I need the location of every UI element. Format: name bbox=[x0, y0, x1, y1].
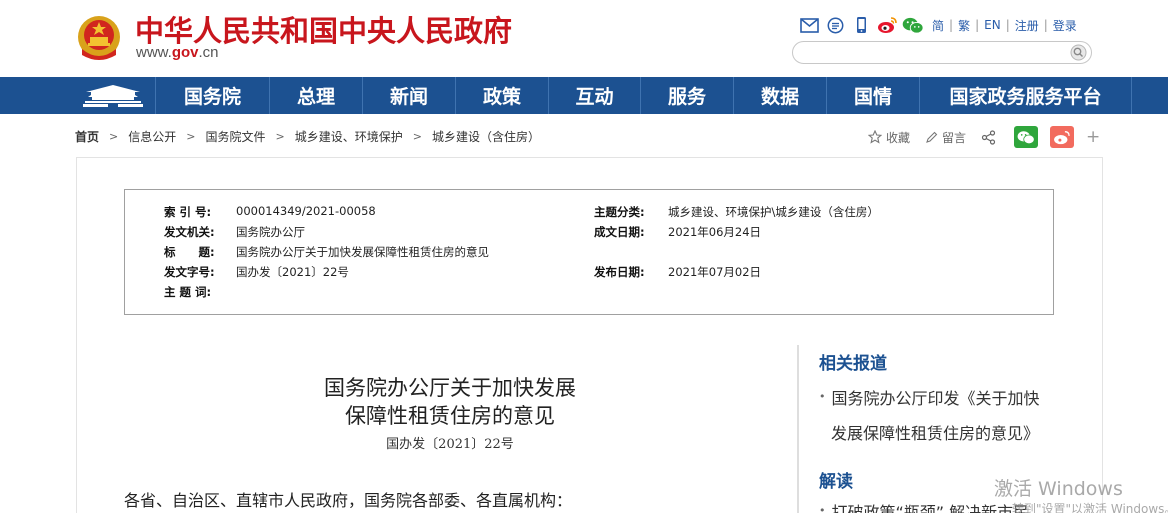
article-salutation: 各省、自治区、直辖市人民政府，国务院各部委、各直属机构： bbox=[124, 491, 573, 510]
related-reports-heading: 相关报道 bbox=[819, 354, 887, 374]
windows-activation-watermark: 激活 Windows bbox=[994, 478, 1123, 500]
nav-item-interaction[interactable]: 互动 bbox=[548, 77, 640, 114]
nav-item-services[interactable]: 服务 bbox=[640, 77, 733, 114]
comment-button[interactable]: 留言 bbox=[925, 129, 966, 146]
info-document-number: 发文字号: 国办发〔2021〕22号 bbox=[164, 265, 349, 279]
interpretation-heading: 解读 bbox=[819, 472, 853, 492]
nav-home[interactable] bbox=[71, 77, 155, 114]
breadcrumb-state-council-docs[interactable]: 国务院文件 bbox=[205, 128, 265, 145]
related-report-link[interactable]: • 国务院办公厅印发《关于加快 bbox=[819, 385, 1040, 409]
wechat-icon bbox=[1017, 130, 1035, 144]
register-link[interactable]: 注册 bbox=[1015, 17, 1039, 34]
simplified-chinese-link[interactable]: 简 bbox=[932, 17, 944, 34]
info-keywords: 主 题 词: bbox=[164, 285, 212, 299]
interpretation-link[interactable]: • 打破政策“瓶颈” 解决新市民 bbox=[819, 499, 1029, 513]
article-title-line-2: 保障性租赁住房的意见 bbox=[345, 404, 555, 428]
share-weibo-button[interactable] bbox=[1050, 126, 1075, 148]
mail-icon[interactable] bbox=[798, 15, 820, 35]
favorite-button[interactable]: 收藏 bbox=[868, 129, 910, 146]
national-emblem-logo[interactable] bbox=[76, 13, 122, 63]
sidebar-divider bbox=[797, 345, 799, 513]
more-share-icon[interactable]: + bbox=[1086, 127, 1100, 147]
star-icon bbox=[868, 130, 882, 144]
page-tools: 收藏 留言 + bbox=[868, 125, 1100, 149]
tiananmen-icon bbox=[83, 84, 143, 107]
site-header: 中华人民共和国中央人民政府 www.gov.cn 简 | 繁 | EN | 注册… bbox=[0, 0, 1168, 77]
share-icon bbox=[981, 129, 996, 145]
nav-item-data[interactable]: 数据 bbox=[733, 77, 826, 114]
info-publish-date: 发布日期: 2021年07月02日 bbox=[594, 265, 762, 279]
breadcrumb-separator: > bbox=[186, 129, 196, 143]
breadcrumb-separator: > bbox=[412, 129, 422, 143]
message-icon[interactable] bbox=[824, 15, 846, 35]
weibo-icon[interactable] bbox=[876, 15, 898, 35]
divider: | bbox=[975, 18, 980, 32]
search-input[interactable] bbox=[803, 45, 1058, 60]
weibo-icon bbox=[1054, 130, 1070, 144]
breadcrumb-info-disclosure[interactable]: 信息公开 bbox=[128, 128, 176, 145]
english-link[interactable]: EN bbox=[984, 18, 1001, 32]
nav-item-state-council[interactable]: 国务院 bbox=[155, 77, 269, 114]
pencil-icon bbox=[926, 131, 938, 143]
info-title: 标 题: 国务院办公厅关于加快发展保障性租赁住房的意见 bbox=[164, 245, 489, 259]
favorite-label: 收藏 bbox=[886, 130, 911, 145]
nav-item-national-conditions[interactable]: 国情 bbox=[826, 77, 919, 114]
info-index-number: 索 引 号: 000014349/2021-00058 bbox=[164, 204, 376, 219]
site-domain: www.gov.cn bbox=[136, 44, 219, 61]
main-nav: 国务院 总理 新闻 政策 互动 服务 数据 国情 国家政务服务平台 bbox=[0, 77, 1168, 114]
bullet-icon: • bbox=[819, 504, 826, 513]
share-button[interactable] bbox=[981, 129, 1000, 145]
search-icon[interactable] bbox=[1070, 44, 1087, 61]
share-wechat-button[interactable] bbox=[1014, 126, 1039, 148]
info-topic-category: 主题分类: 城乡建设、环境保护\城乡建设（含住房） bbox=[594, 205, 879, 219]
divider: | bbox=[1043, 18, 1048, 32]
windows-activation-hint: 转到"设置"以激活 Windows。 bbox=[1012, 502, 1168, 513]
divider: | bbox=[949, 18, 954, 32]
article-title-line-1: 国务院办公厅关于加快发展 bbox=[324, 376, 576, 400]
breadcrumb: 首页 > 信息公开 > 国务院文件 > 城乡建设、环境保护 > 城乡建设（含住房… bbox=[75, 126, 540, 146]
nav-item-premier[interactable]: 总理 bbox=[269, 77, 362, 114]
related-report-link-continued[interactable]: 发展保障性租赁住房的意见》 bbox=[831, 420, 1039, 444]
breadcrumb-separator: > bbox=[109, 129, 119, 143]
breadcrumb-home[interactable]: 首页 bbox=[75, 128, 99, 145]
traditional-chinese-link[interactable]: 繁 bbox=[958, 17, 970, 34]
nav-item-gov-service-platform[interactable]: 国家政务服务平台 bbox=[919, 77, 1132, 114]
nav-item-policy[interactable]: 政策 bbox=[455, 77, 548, 114]
divider: | bbox=[1005, 18, 1010, 32]
bullet-icon: • bbox=[819, 390, 826, 403]
article-doc-number: 国办发〔2021〕22号 bbox=[386, 437, 514, 452]
breadcrumb-urban-rural-environment[interactable]: 城乡建设、环境保护 bbox=[295, 128, 403, 145]
wechat-icon[interactable] bbox=[902, 15, 924, 35]
top-links: 简 | 繁 | EN | 注册 | 登录 bbox=[798, 13, 1077, 37]
search-box bbox=[792, 41, 1092, 64]
info-issuing-authority: 发文机关: 国务院办公厅 bbox=[164, 225, 305, 239]
comment-label: 留言 bbox=[942, 130, 967, 145]
breadcrumb-separator: > bbox=[275, 129, 285, 143]
mobile-icon[interactable] bbox=[850, 15, 872, 35]
breadcrumb-housing[interactable]: 城乡建设（含住房） bbox=[432, 128, 540, 145]
login-link[interactable]: 登录 bbox=[1053, 17, 1077, 34]
nav-item-news[interactable]: 新闻 bbox=[362, 77, 455, 114]
info-written-date: 成文日期: 2021年06月24日 bbox=[594, 225, 762, 239]
